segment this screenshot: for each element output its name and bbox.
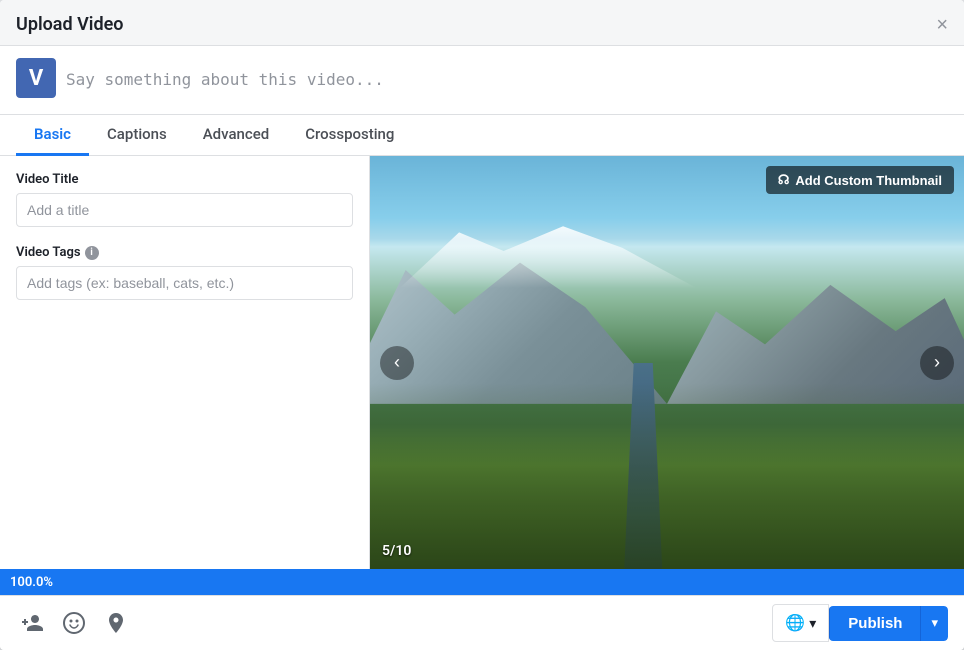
emoji-icon: [62, 611, 86, 635]
title-field-group: Video Title: [16, 172, 353, 227]
terrain: [370, 383, 964, 569]
upload-video-modal: Upload Video × V Basic Captions Advanced…: [0, 0, 964, 650]
tag-people-button[interactable]: [16, 607, 48, 639]
right-panel: ☊ Add Custom Thumbnail ‹ › 5/10: [370, 156, 964, 569]
prev-thumbnail-button[interactable]: ‹: [380, 346, 414, 380]
globe-icon: 🌐: [785, 613, 805, 633]
progress-bar: 100.0%: [0, 569, 964, 595]
progress-label: 100.0%: [10, 575, 53, 590]
emoji-button[interactable]: [58, 607, 90, 639]
tag-people-icon: [20, 611, 44, 635]
content-area: Video Title Video Tags i: [0, 156, 964, 569]
title-label: Video Title: [16, 172, 353, 187]
footer: 🌐 ▾ Publish ▾: [0, 595, 964, 650]
location-button[interactable]: [100, 607, 132, 639]
publish-dropdown-button[interactable]: ▾: [920, 606, 948, 641]
video-container: ☊ Add Custom Thumbnail ‹ › 5/10: [370, 156, 964, 569]
location-icon: [104, 611, 128, 635]
modal-header: Upload Video ×: [0, 0, 964, 46]
post-input[interactable]: [66, 58, 948, 102]
audience-button[interactable]: 🌐 ▾: [772, 604, 829, 642]
tab-crossposting[interactable]: Crossposting: [287, 115, 412, 156]
post-area: V: [0, 46, 964, 115]
audience-arrow-icon: ▾: [809, 615, 816, 632]
add-thumbnail-button[interactable]: ☊ Add Custom Thumbnail: [766, 166, 954, 194]
tags-field-group: Video Tags i: [16, 245, 353, 300]
footer-right: 🌐 ▾ Publish ▾: [772, 604, 948, 642]
publish-group: Publish ▾: [829, 606, 948, 641]
modal-title: Upload Video: [16, 14, 123, 35]
tab-advanced[interactable]: Advanced: [185, 115, 287, 156]
footer-left: [16, 607, 132, 639]
tabs-bar: Basic Captions Advanced Crossposting: [0, 115, 964, 156]
tags-info-icon[interactable]: i: [85, 246, 99, 260]
slide-counter: 5/10: [382, 543, 411, 559]
tags-label: Video Tags i: [16, 245, 353, 260]
publish-dropdown-arrow-icon: ▾: [931, 615, 938, 630]
left-panel: Video Title Video Tags i: [0, 156, 370, 569]
avatar: V: [16, 58, 56, 98]
camera-icon: ☊: [778, 172, 790, 188]
tags-input[interactable]: [16, 266, 353, 300]
video-thumbnail: [370, 156, 964, 569]
title-input[interactable]: [16, 193, 353, 227]
tab-captions[interactable]: Captions: [89, 115, 185, 156]
tab-basic[interactable]: Basic: [16, 115, 89, 156]
publish-button[interactable]: Publish: [829, 606, 920, 641]
close-button[interactable]: ×: [936, 15, 948, 35]
next-thumbnail-button[interactable]: ›: [920, 346, 954, 380]
